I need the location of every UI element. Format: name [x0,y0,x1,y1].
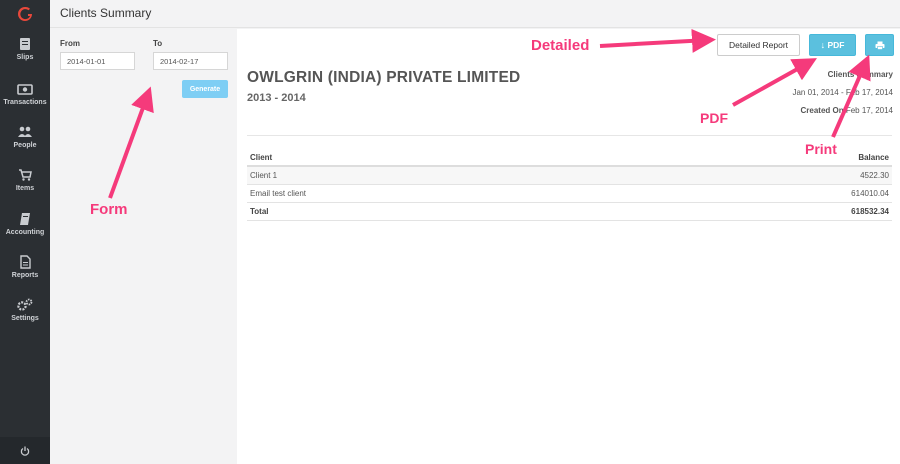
report-date-range: Jan 01, 2014 - Feb 17, 2014 [792,88,893,97]
sidebar-item-label: Accounting [5,229,45,236]
balance-cell: 4522.30 [624,166,892,185]
detailed-report-button[interactable]: Detailed Report [717,34,800,56]
client-name-cell: Email test client [247,184,625,203]
sidebar-item-label: Transactions [3,99,47,106]
balance-cell: 614010.04 [624,184,892,203]
people-icon [18,126,32,137]
clients-table: Client Balance Client 1 4522.30 Email te… [247,150,892,221]
money-icon [17,84,33,95]
created-date: Feb 17, 2014 [845,106,893,115]
sidebar: Slips Transactions People Items Accounti… [0,0,50,464]
from-label: From [60,39,80,48]
total-value: 618532.34 [624,202,892,221]
power-button[interactable] [0,437,50,464]
document-icon [20,255,31,269]
generate-button[interactable]: Generate [182,80,228,98]
sidebar-item-label: Reports [11,272,39,279]
gears-icon [17,298,33,311]
pdf-button-label: PDF [827,40,845,50]
divider [247,135,892,136]
sidebar-item-label: Items [15,185,35,192]
cart-icon [19,169,32,181]
column-header-balance: Balance [624,150,892,167]
sidebar-item-people[interactable]: People [0,125,50,149]
annotation-detailed: Detailed [531,37,590,54]
table-row: Client 1 4522.30 [247,166,892,185]
total-label: Total [247,202,625,221]
top-bar: Clients Summary [50,0,900,28]
power-icon [20,446,30,456]
table-header-row: Client Balance [247,150,892,167]
app-logo[interactable] [0,0,50,28]
print-button[interactable] [865,34,894,56]
page-title: Clients Summary [60,6,152,20]
report-created: Created On Feb 17, 2014 [800,106,893,115]
column-header-client: Client [247,150,625,167]
download-icon: ↓ [820,40,826,50]
from-date-input[interactable] [60,52,135,70]
book-icon [20,213,30,225]
sidebar-item-reports[interactable]: Reports [0,255,50,279]
sidebar-item-items[interactable]: Items [0,168,50,192]
sidebar-item-label: Settings [11,315,39,322]
client-name-cell: Client 1 [247,166,625,185]
sidebar-item-label: People [13,142,37,149]
print-icon [875,41,884,50]
report-panel: Detailed Report ↓ PDF OWLGRIN (INDIA) PR… [237,29,900,464]
to-label: To [153,39,163,48]
table-row: Email test client 614010.04 [247,184,892,203]
report-title: Clients Summary [827,70,893,79]
sidebar-item-accounting[interactable]: Accounting [0,212,50,236]
created-label: Created On [800,106,844,115]
logo-icon [18,6,32,22]
annotation-pdf: PDF [700,110,728,126]
total-row: Total 618532.34 [247,202,892,221]
company-name: OWLGRIN (INDIA) PRIVATE LIMITED [247,69,521,86]
annotation-form: Form [90,201,128,218]
fiscal-period: 2013 - 2014 [247,92,306,104]
sidebar-item-transactions[interactable]: Transactions [0,82,50,106]
sidebar-item-slips[interactable]: Slips [0,37,50,61]
annotation-print: Print [805,141,837,157]
pdf-button[interactable]: ↓ PDF [809,34,856,56]
sidebar-item-settings[interactable]: Settings [0,298,50,322]
sidebar-item-label: Slips [16,54,34,61]
slips-icon [20,38,30,50]
to-date-input[interactable] [153,52,228,70]
report-form: From To Generate [50,29,237,464]
